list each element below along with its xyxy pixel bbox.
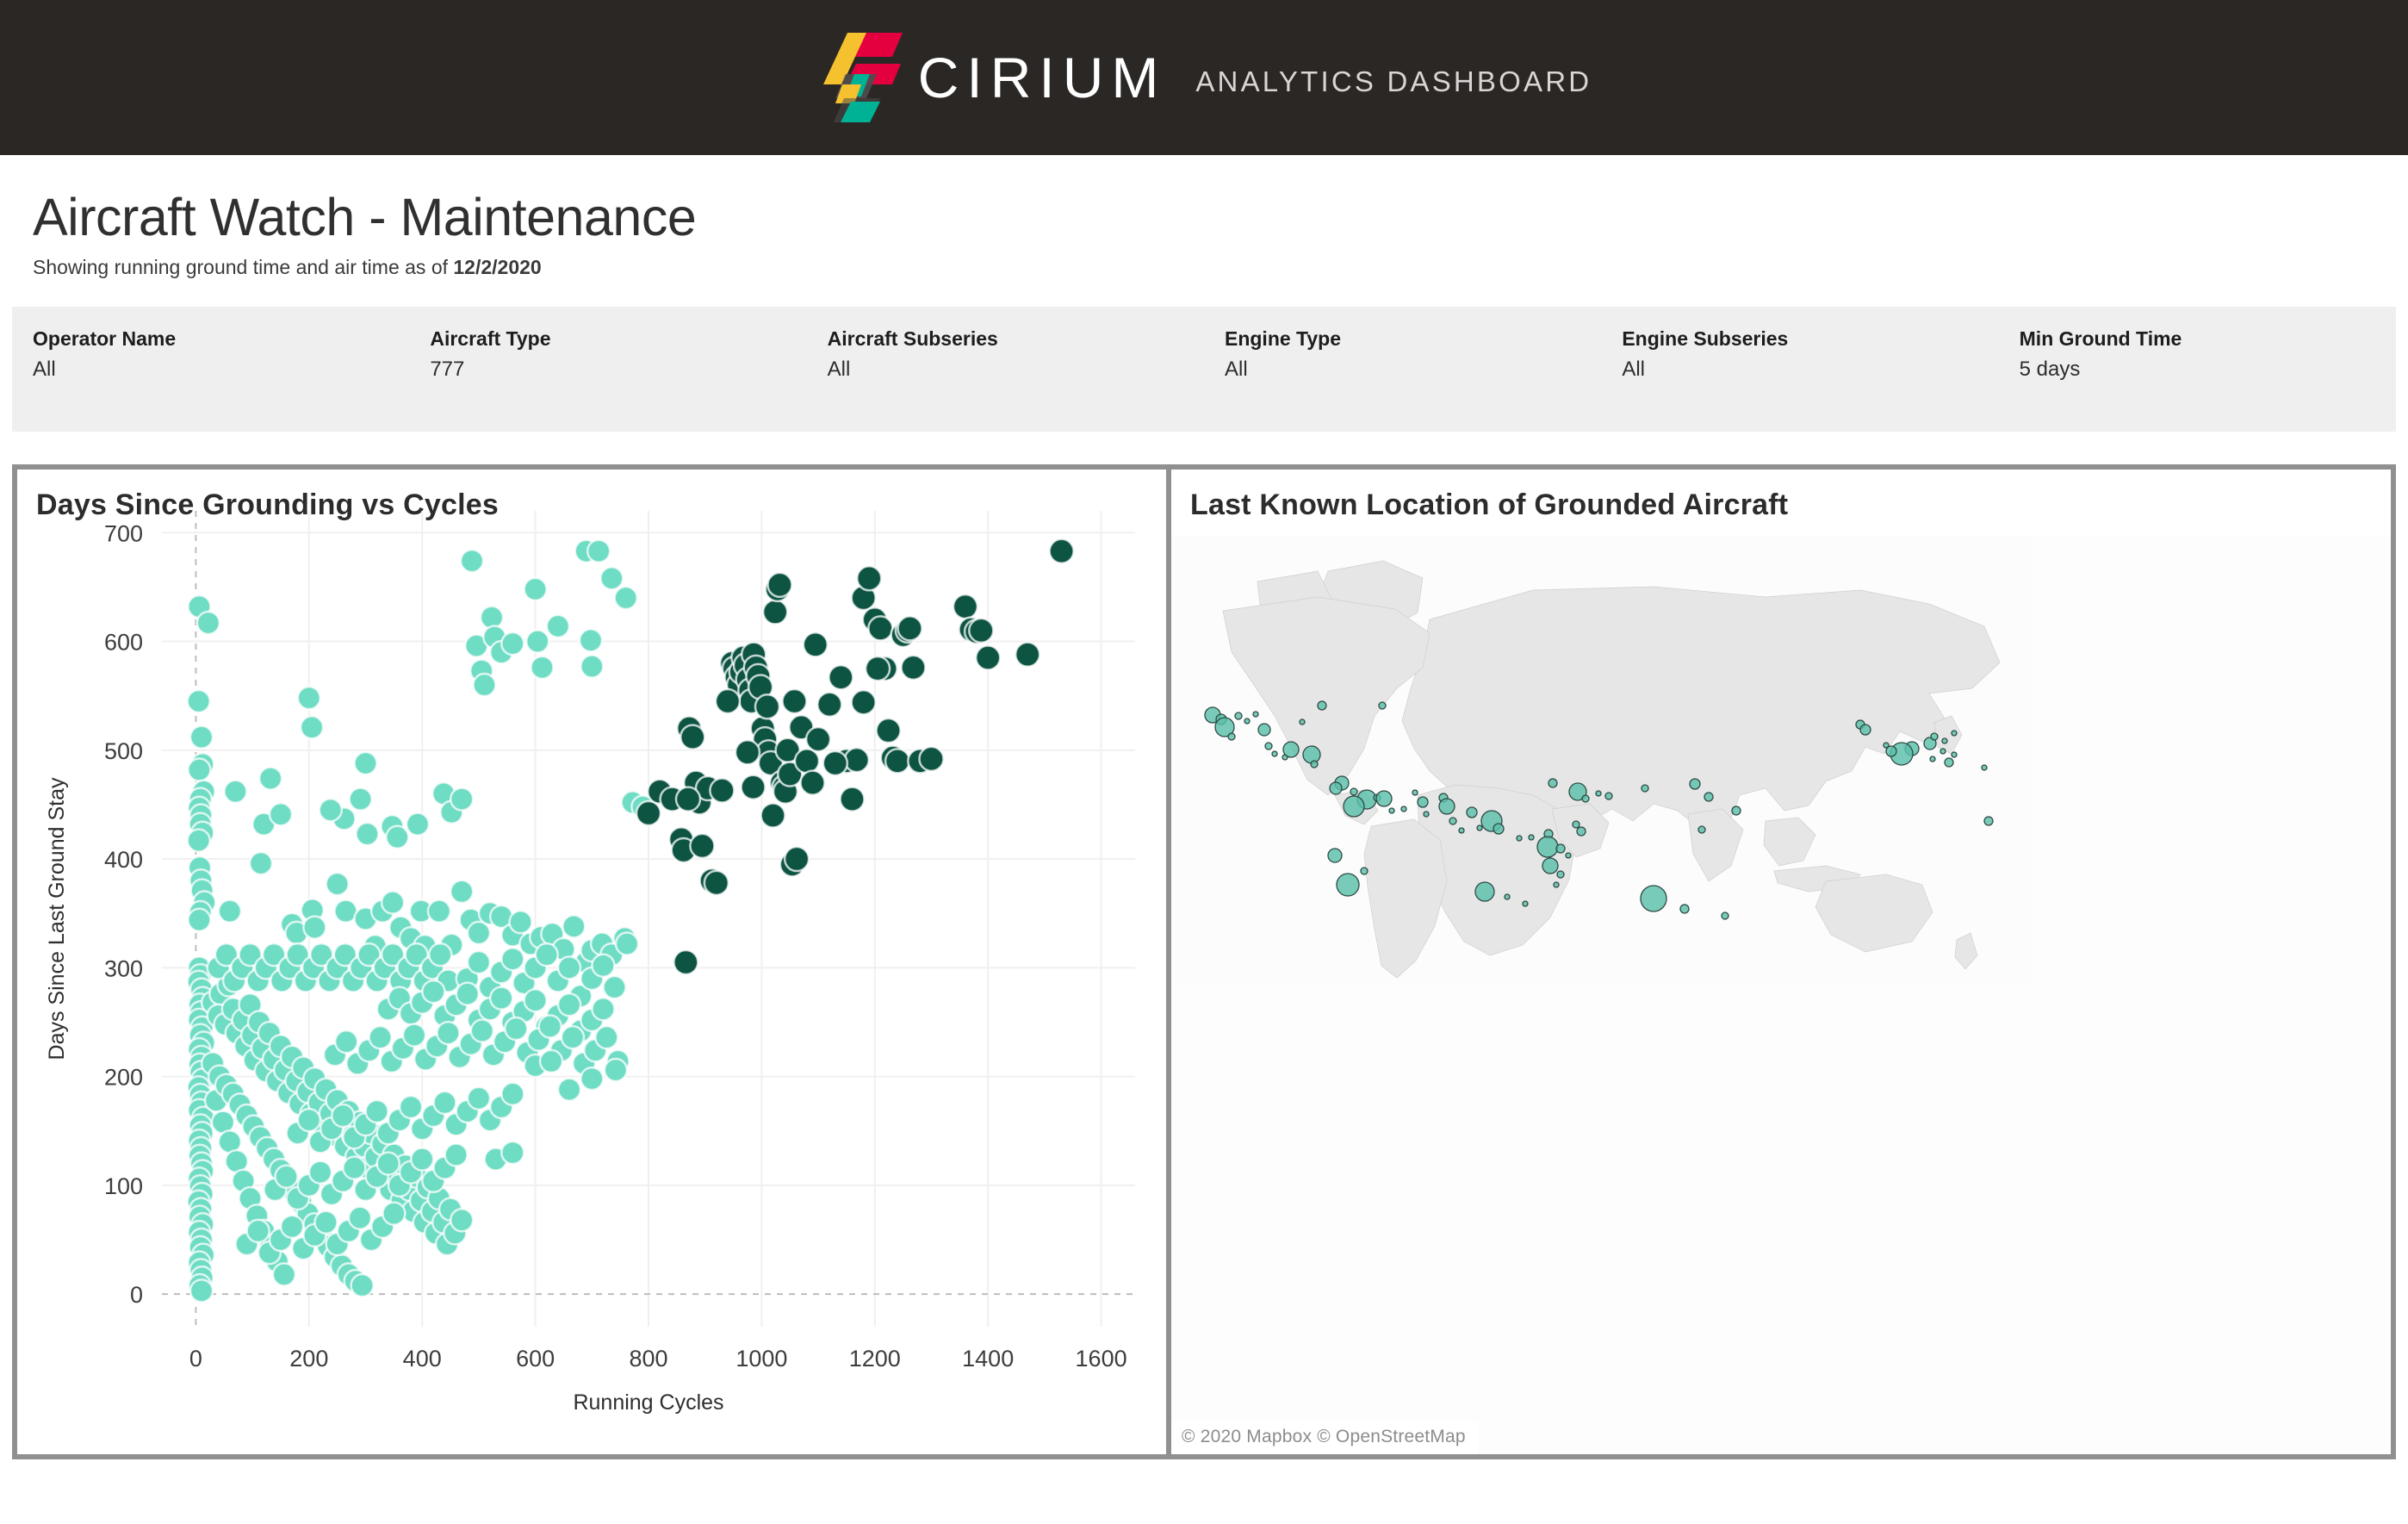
svg-text:1600: 1600 [1076, 1346, 1127, 1372]
filter-value: All [1224, 358, 1248, 381]
svg-text:0: 0 [130, 1282, 143, 1308]
map-canvas[interactable]: © 2020 Mapbox © OpenStreetMap [1171, 537, 2391, 1454]
brand-wordmark: CIRIUM [917, 46, 1167, 109]
app-header: CIRIUM ANALYTICS DASHBOARD [0, 0, 2408, 155]
svg-text:600: 600 [104, 630, 143, 656]
svg-text:1400: 1400 [962, 1346, 1014, 1372]
world-bubble-map-svg[interactable] [1171, 537, 2033, 985]
svg-text:600: 600 [516, 1346, 555, 1372]
page-subtitle: Showing running ground time and air time… [33, 256, 2408, 279]
svg-text:200: 200 [104, 1065, 143, 1091]
filter-aircraft-type[interactable]: Aircraft Type 777 [409, 327, 806, 432]
page-subtitle-prefix: Showing running ground time and air time… [33, 256, 454, 278]
filter-operator-name[interactable]: Operator Name All [12, 327, 409, 432]
filter-value: 777 [430, 358, 465, 381]
page-subtitle-date: 12/2/2020 [453, 256, 542, 278]
svg-text:700: 700 [104, 520, 143, 546]
filter-value: All [827, 358, 851, 381]
filter-min-ground-time[interactable]: Min Ground Time 5 days [1999, 327, 2396, 432]
dashboard-panels: Days Since Grounding vs Cycles 0 100 200 30… [12, 464, 2396, 1459]
filter-label: Aircraft Subseries [827, 327, 998, 350]
scatter-panel: Days Since Grounding vs Cycles 0 100 200 30… [17, 470, 1171, 1454]
filter-label: Engine Subseries [1622, 327, 1789, 350]
svg-text:1200: 1200 [849, 1346, 901, 1372]
brand-lockup: CIRIUM ANALYTICS DASHBOARD [816, 29, 1592, 126]
filter-value: All [1622, 358, 1645, 381]
svg-text:200: 200 [289, 1346, 328, 1372]
scatter-chart[interactable]: 0 100 200 300 400 500 600 700 0 200 400 600 800 1000 1… [17, 470, 1166, 1454]
filter-label: Aircraft Type [430, 327, 551, 350]
svg-text:Running Cycles: Running Cycles [573, 1390, 723, 1415]
page-title: Aircraft Watch - Maintenance [33, 188, 697, 246]
cirium-logo-icon [822, 33, 903, 122]
filter-value: 5 days [2019, 358, 2081, 381]
svg-text:300: 300 [104, 955, 143, 981]
filter-engine-type[interactable]: Engine Type All [1204, 327, 1601, 432]
svg-text:0: 0 [189, 1346, 202, 1372]
scatter-series [186, 538, 655, 1303]
svg-text:100: 100 [104, 1173, 143, 1199]
filter-label: Engine Type [1224, 327, 1342, 350]
scatter-series [635, 538, 1075, 976]
svg-text:Days Since Last Ground Stay: Days Since Last Ground Stay [45, 777, 69, 1060]
scatter-plot-svg[interactable]: 0 100 200 300 400 500 600 700 0 200 400 600 800 1000 1… [17, 470, 1166, 1454]
brand-subtitle: ANALYTICS DASHBOARD [1195, 65, 1592, 97]
svg-text:800: 800 [629, 1346, 667, 1372]
filter-value: All [33, 358, 56, 381]
map-panel: Last Known Location of Grounded Aircraft… [1171, 470, 2391, 1454]
title-block: Aircraft Watch - Maintenance Showing run… [0, 155, 2408, 279]
svg-text:500: 500 [104, 738, 143, 764]
map-panel-title: Last Known Location of Grounded Aircraft [1190, 488, 1789, 521]
svg-text:1000: 1000 [735, 1346, 787, 1372]
filter-label: Operator Name [33, 327, 177, 350]
svg-text:400: 400 [403, 1346, 442, 1372]
svg-text:400: 400 [104, 847, 143, 873]
filter-bar: Operator Name All Aircraft Type 777 Airc… [12, 307, 2396, 432]
filter-engine-subseries[interactable]: Engine Subseries All [1601, 327, 1998, 432]
map-attribution: © 2020 Mapbox © OpenStreetMap [1171, 1421, 1478, 1454]
filter-aircraft-subseries[interactable]: Aircraft Subseries All [807, 327, 1204, 432]
filter-label: Min Ground Time [2019, 327, 2182, 350]
